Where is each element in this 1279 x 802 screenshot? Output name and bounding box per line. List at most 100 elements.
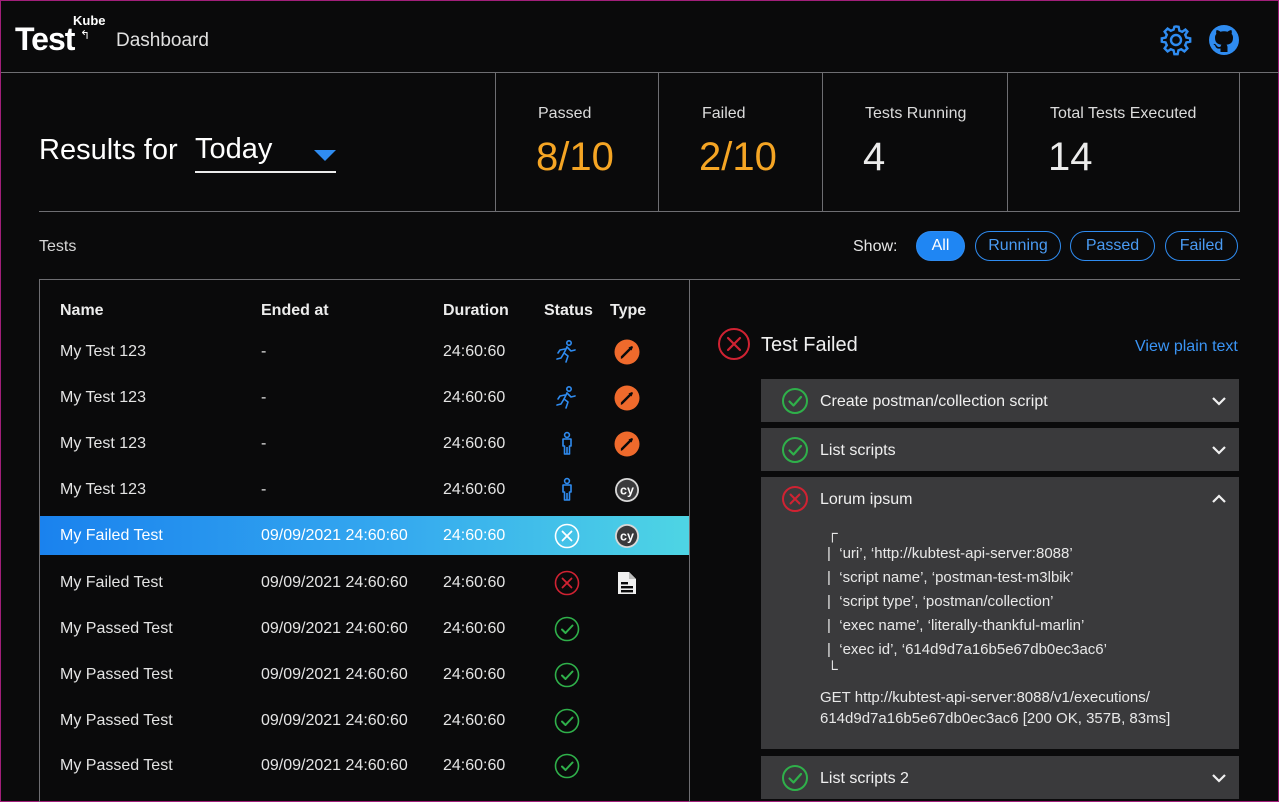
column-header-status[interactable]: Status [544, 302, 593, 320]
document-icon [614, 570, 640, 596]
table-row[interactable]: My Failed Test 09/09/2021 24:60:60 24:60:6… [40, 563, 689, 602]
cell-name: My Passed Test [60, 666, 173, 683]
step-list-scripts[interactable]: List scripts [761, 428, 1239, 471]
log-line: | ‘script name’, ‘postman-test-m3lbik’ [827, 569, 1074, 586]
table-row[interactable]: My Passed Test 09/09/2021 24:60:60 24:60:6… [40, 701, 689, 740]
step-title: Lorum ipsum [820, 491, 913, 508]
cell-ended-at: 09/09/2021 24:60:60 [261, 527, 408, 544]
postman-icon [614, 431, 640, 457]
caret-down-icon [314, 150, 336, 161]
stat-value: 8/10 [536, 135, 614, 179]
check-circle-icon [554, 616, 580, 642]
cell-name: My Test 123 [60, 389, 146, 406]
log-line: | ‘exec id’, ‘614d9d7a16b5e67db0ec3ac6’ [827, 641, 1107, 658]
table-row[interactable]: My Failed Test 09/09/2021 24:60:60 24:60:6… [40, 516, 689, 555]
table-row[interactable]: My Test 123 - 24:60:60 [40, 424, 689, 463]
filter-all[interactable]: All [916, 231, 965, 261]
step-lorum-ipsum[interactable]: Lorum ipsum ┌ | ‘uri’, ‘http://kubtest-a… [761, 477, 1239, 749]
tests-table: Name Ended at Duration Status Type My Te… [39, 280, 690, 802]
x-circle-icon [718, 328, 750, 360]
log-line: | ‘script type’, ‘postman/collection’ [827, 593, 1054, 610]
detail-title: Test Failed [761, 334, 858, 356]
stat-value: 4 [863, 135, 886, 179]
logo-superscript: Kube [73, 13, 106, 28]
running-person-icon [554, 339, 580, 365]
stat-passed: Passed 8/10 [496, 73, 659, 212]
logo[interactable]: Test [15, 21, 75, 58]
cypress-icon: cy [614, 477, 640, 503]
cell-duration: 24:60:60 [443, 481, 506, 498]
view-plain-text-link[interactable]: View plain text [1135, 338, 1238, 356]
x-circle-icon [554, 570, 580, 596]
cell-duration: 24:60:60 [443, 712, 506, 729]
table-row[interactable]: My Test 123 - 24:60:60 [40, 378, 689, 417]
cell-name: My Test 123 [60, 343, 146, 360]
cell-ended-at: - [261, 435, 267, 452]
github-icon[interactable] [1207, 23, 1241, 57]
stat-total: Total Tests Executed 14 [1008, 73, 1239, 212]
stat-running: Tests Running 4 [823, 73, 1008, 212]
stat-label: Total Tests Executed [1050, 105, 1197, 122]
filter-passed[interactable]: Passed [1070, 231, 1155, 261]
bracket-open: ┌ [827, 525, 838, 542]
table-row[interactable]: My Passed Test 09/09/2021 24:60:60 24:60:6… [40, 746, 689, 785]
log-line: | ‘exec name’, ‘literally-thankful-marli… [827, 617, 1085, 634]
cell-name: My Failed Test [60, 527, 163, 544]
cypress-icon: cy [614, 523, 640, 549]
filter-failed[interactable]: Failed [1165, 231, 1238, 261]
logo-arrow-icon: ↰ [80, 28, 91, 42]
chevron-down-icon[interactable] [1211, 445, 1227, 455]
standing-person-icon [554, 431, 580, 457]
running-person-icon [554, 385, 580, 411]
period-dropdown[interactable]: Today [195, 131, 336, 173]
postman-icon [614, 339, 640, 365]
cell-name: My Passed Test [60, 712, 173, 729]
cell-name: My Passed Test [60, 757, 173, 774]
cell-ended-at: - [261, 343, 267, 360]
gear-icon[interactable] [1159, 23, 1193, 57]
filter-running[interactable]: Running [975, 231, 1061, 261]
stat-value: 2/10 [699, 135, 777, 179]
column-header-type[interactable]: Type [610, 302, 646, 320]
step-title: Create postman/collection script [820, 393, 1048, 410]
step-list-scripts-2[interactable]: List scripts 2 [761, 756, 1239, 799]
results-for-label: Results for [39, 134, 178, 166]
table-row[interactable]: My Test 123 - 24:60:60 cy [40, 470, 689, 509]
cell-name: My Passed Test [60, 620, 173, 637]
cell-ended-at: 09/09/2021 24:60:60 [261, 757, 408, 774]
column-header-duration[interactable]: Duration [443, 302, 509, 320]
check-circle-icon [554, 662, 580, 688]
stat-failed: Failed 2/10 [659, 73, 823, 212]
request-line: GET http://kubtest-api-server:8088/v1/ex… [820, 689, 1150, 706]
x-circle-icon [554, 523, 580, 549]
x-circle-icon [782, 486, 808, 512]
column-header-ended[interactable]: Ended at [261, 302, 329, 320]
step-title: List scripts [820, 442, 896, 459]
column-header-name[interactable]: Name [60, 302, 104, 320]
cell-duration: 24:60:60 [443, 574, 506, 591]
cell-ended-at: 09/09/2021 24:60:60 [261, 574, 408, 591]
table-row[interactable]: My Passed Test 09/09/2021 24:60:60 24:60:6… [40, 609, 689, 648]
chevron-up-icon[interactable] [1211, 494, 1227, 504]
cell-duration: 24:60:60 [443, 620, 506, 637]
cell-ended-at: 09/09/2021 24:60:60 [261, 620, 408, 637]
cell-duration: 24:60:60 [443, 389, 506, 406]
postman-icon [614, 385, 640, 411]
chevron-down-icon[interactable] [1211, 773, 1227, 783]
check-circle-icon [782, 765, 808, 791]
cell-duration: 24:60:60 [443, 527, 506, 544]
page-title: Dashboard [116, 30, 209, 51]
cell-duration: 24:60:60 [443, 435, 506, 452]
table-row[interactable]: My Passed Test 09/09/2021 24:60:60 24:60:6… [40, 655, 689, 694]
stats-panel: Passed 8/10 Failed 2/10 Tests Running 4 … [495, 73, 1240, 212]
cell-ended-at: - [261, 389, 267, 406]
chevron-down-icon[interactable] [1211, 396, 1227, 406]
standing-person-icon [554, 477, 580, 503]
table-row[interactable]: My Test 123 - 24:60:60 [40, 332, 689, 371]
step-create-script[interactable]: Create postman/collection script [761, 379, 1239, 422]
divider [39, 211, 1240, 212]
stat-label: Failed [702, 105, 746, 122]
step-title: List scripts 2 [820, 770, 909, 787]
cell-duration: 24:60:60 [443, 343, 506, 360]
check-circle-icon [782, 437, 808, 463]
